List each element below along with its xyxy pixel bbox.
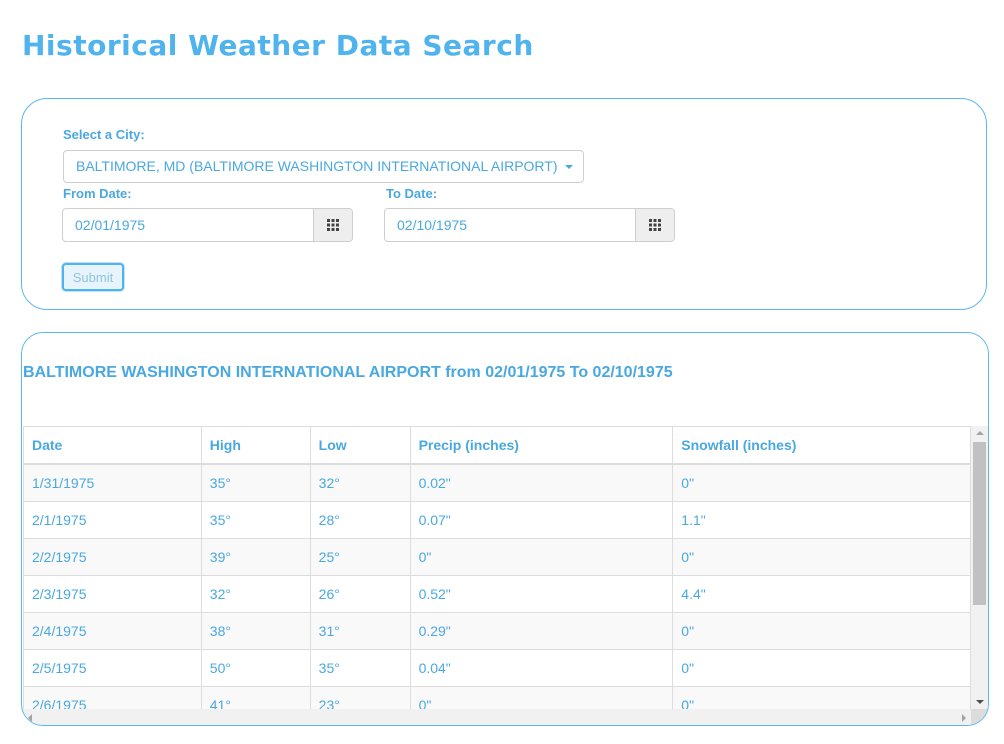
results-panel: BALTIMORE WASHINGTON INTERNATIONAL AIRPO… [21, 332, 989, 726]
horizontal-scrollbar[interactable] [23, 709, 971, 725]
cell-snowfall: 0" [672, 538, 971, 576]
cell-snowfall: 0" [672, 612, 971, 650]
cell-precip: 0" [409, 538, 674, 576]
table-row: 2/1/1975 35° 28° 0.07" 1.1" [23, 501, 971, 539]
scroll-right-arrow-icon[interactable] [962, 714, 966, 722]
table-row: 2/6/1975 41° 23° 0" 0" [23, 686, 971, 709]
column-header-precip[interactable]: Precip (inches) [409, 426, 674, 465]
city-select[interactable]: BALTIMORE, MD (BALTIMORE WASHINGTON INTE… [63, 150, 584, 183]
results-table-container[interactable]: Date High Low Precip (inches) Snowfall (… [23, 426, 971, 709]
cell-date: 2/1/1975 [23, 501, 202, 539]
submit-button[interactable]: Submit [62, 263, 124, 291]
from-date-group [62, 208, 353, 242]
cell-precip: 0" [409, 686, 674, 709]
cell-high: 32° [200, 575, 311, 613]
cell-snowfall: 4.4" [672, 575, 971, 613]
cell-low: 26° [309, 575, 411, 613]
column-header-date[interactable]: Date [23, 426, 202, 465]
cell-snowfall: 1.1" [672, 501, 971, 539]
to-date-input[interactable] [385, 209, 637, 241]
cell-precip: 0.52" [409, 575, 674, 613]
results-title: BALTIMORE WASHINGTON INTERNATIONAL AIRPO… [23, 364, 673, 381]
cell-snowfall: 0" [672, 463, 971, 502]
city-select-value: BALTIMORE, MD (BALTIMORE WASHINGTON INTE… [76, 158, 558, 174]
to-date-label: To Date: [386, 186, 438, 201]
calendar-grid-icon [327, 219, 339, 231]
cell-date: 1/31/1975 [23, 463, 202, 502]
to-date-group [384, 208, 675, 242]
cell-precip: 0.07" [409, 501, 674, 539]
weather-table: Date High Low Precip (inches) Snowfall (… [23, 426, 971, 709]
table-row: 2/5/1975 50° 35° 0.04" 0" [23, 649, 971, 687]
cell-low: 23° [309, 686, 411, 709]
calendar-grid-icon [649, 219, 661, 231]
scrollbar-corner [971, 709, 988, 725]
from-date-calendar-button[interactable] [313, 209, 352, 241]
cell-low: 28° [309, 501, 411, 539]
column-header-low[interactable]: Low [309, 426, 411, 465]
cell-low: 32° [309, 463, 411, 502]
cell-high: 39° [200, 538, 311, 576]
cell-date: 2/3/1975 [23, 575, 202, 613]
city-label: Select a City: [63, 127, 145, 142]
to-date-calendar-button[interactable] [635, 209, 674, 241]
table-header-row: Date High Low Precip (inches) Snowfall (… [23, 426, 971, 465]
cell-low: 31° [309, 612, 411, 650]
caret-down-icon [565, 165, 574, 170]
cell-date: 2/5/1975 [23, 649, 202, 687]
cell-high: 50° [200, 649, 311, 687]
table-row: 2/3/1975 32° 26° 0.52" 4.4" [23, 575, 971, 613]
vertical-scrollbar-thumb[interactable] [973, 442, 986, 605]
column-header-snowfall[interactable]: Snowfall (inches) [672, 426, 971, 465]
column-header-high[interactable]: High [200, 426, 311, 465]
cell-date: 2/6/1975 [23, 686, 202, 709]
cell-date: 2/2/1975 [23, 538, 202, 576]
cell-high: 35° [200, 501, 311, 539]
cell-low: 25° [309, 538, 411, 576]
from-date-label: From Date: [63, 186, 132, 201]
search-form-panel: Select a City: BALTIMORE, MD (BALTIMORE … [21, 98, 987, 310]
cell-precip: 0.29" [409, 612, 674, 650]
scroll-left-arrow-icon[interactable] [28, 714, 32, 722]
scroll-up-arrow-icon[interactable] [976, 431, 984, 435]
vertical-scrollbar[interactable] [971, 426, 988, 709]
cell-high: 41° [200, 686, 311, 709]
cell-precip: 0.02" [409, 463, 674, 502]
table-row: 2/4/1975 38° 31° 0.29" 0" [23, 612, 971, 650]
from-date-input[interactable] [63, 209, 315, 241]
scroll-down-arrow-icon[interactable] [976, 700, 984, 704]
cell-precip: 0.04" [409, 649, 674, 687]
table-row: 2/2/1975 39° 25° 0" 0" [23, 538, 971, 576]
cell-snowfall: 0" [672, 649, 971, 687]
cell-high: 38° [200, 612, 311, 650]
cell-snowfall: 0" [672, 686, 971, 709]
cell-high: 35° [200, 463, 311, 502]
table-row: 1/31/1975 35° 32° 0.02" 0" [23, 463, 971, 502]
cell-low: 35° [309, 649, 411, 687]
cell-date: 2/4/1975 [23, 612, 202, 650]
page-title: Historical Weather Data Search [22, 29, 534, 62]
